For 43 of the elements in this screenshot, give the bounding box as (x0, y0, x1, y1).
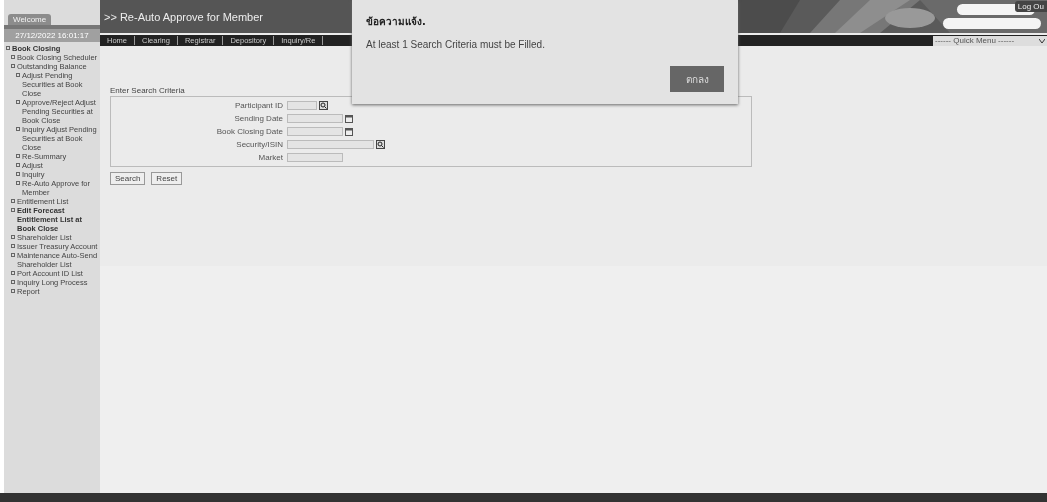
input-field[interactable] (287, 101, 317, 110)
page-title: >> Re-Auto Approve for Member (103, 10, 263, 23)
search-icon[interactable] (319, 101, 328, 110)
expand-icon[interactable] (16, 73, 20, 77)
expand-icon[interactable] (16, 154, 20, 158)
calendar-icon[interactable] (345, 127, 353, 136)
expand-icon[interactable] (11, 253, 15, 257)
date-time: 27/12/2022 16:01:17 (4, 25, 100, 42)
expand-icon[interactable] (16, 100, 20, 104)
expand-icon[interactable] (11, 271, 15, 275)
expand-icon[interactable] (11, 280, 15, 284)
input-field[interactable] (287, 114, 343, 123)
ok-button[interactable]: ตกลง (670, 66, 724, 92)
expand-icon[interactable] (11, 55, 15, 59)
field-label: Security/ISIN (235, 140, 283, 149)
dialog-message: At least 1 Search Criteria must be Filled. (366, 39, 546, 50)
field-label: Sending Date (233, 114, 283, 123)
section-title: Enter Search Criteria (110, 86, 186, 95)
dialog-title: ข้อความแจ้ง. (366, 15, 427, 29)
input-field[interactable] (287, 127, 343, 136)
quick-menu-select[interactable]: ------ Quick Menu ------ (933, 35, 1047, 46)
input-field[interactable] (287, 153, 343, 162)
search-icon[interactable] (376, 140, 385, 149)
expand-icon[interactable] (11, 199, 15, 203)
expand-icon[interactable] (11, 244, 15, 248)
expand-icon[interactable] (6, 46, 10, 50)
input-field[interactable] (287, 140, 374, 149)
expand-icon[interactable] (16, 127, 20, 131)
calendar-icon[interactable] (345, 114, 353, 123)
expand-icon[interactable] (16, 163, 20, 167)
expand-icon[interactable] (11, 64, 15, 68)
field-label: Market (257, 153, 283, 162)
field-label: Book Closing Date (215, 127, 283, 136)
expand-icon[interactable] (16, 172, 20, 176)
expand-icon[interactable] (11, 235, 15, 239)
field-label: Participant ID (233, 101, 283, 110)
form-button[interactable]: Search (110, 172, 146, 185)
expand-icon[interactable] (16, 181, 20, 185)
form-button[interactable]: Reset (151, 172, 183, 185)
logout-button[interactable]: Log Ou (1014, 1, 1047, 12)
expand-icon[interactable] (11, 289, 15, 293)
chevron-icon (1039, 38, 1045, 43)
expand-icon[interactable] (11, 208, 15, 212)
